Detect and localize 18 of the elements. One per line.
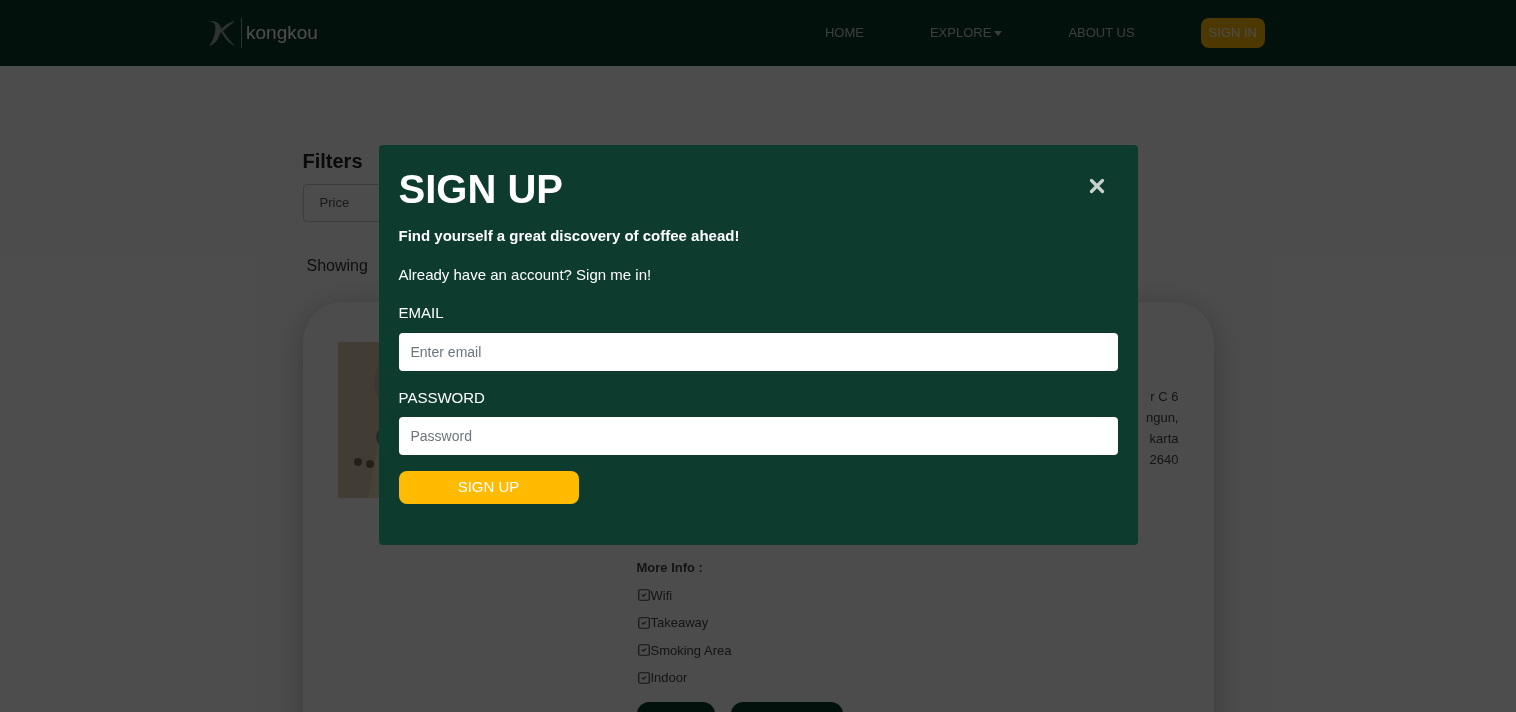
more-info-title: More Info : xyxy=(636,559,704,577)
field-label: PASSWORD xyxy=(398,387,486,408)
address-line: karta xyxy=(1149,430,1179,448)
address-line: 2640 xyxy=(1149,451,1179,469)
modal-subtitle: Find yourself a great discovery of coffee ahead! xyxy=(398,226,741,246)
input-field[interactable]: Enter email xyxy=(398,332,1118,371)
results-count: Showing xyxy=(306,256,368,276)
filters-title: Filters xyxy=(302,149,364,174)
amenity-label: Wifi xyxy=(650,586,673,605)
address-line: ngun, xyxy=(1145,409,1179,427)
amenity-label: Indoor xyxy=(650,669,688,687)
amenity-label: Smoking Area xyxy=(650,641,732,660)
input-field[interactable]: Password xyxy=(398,417,1118,455)
amenity-label: Takeaway xyxy=(650,614,709,632)
sign-up-button[interactable]: SIGN UP xyxy=(398,471,579,504)
field-label: EMAIL xyxy=(398,303,445,323)
sign-in-prompt: Already have an account? Sign me in! xyxy=(398,264,653,285)
modal-title: SIGN UP xyxy=(398,167,563,211)
